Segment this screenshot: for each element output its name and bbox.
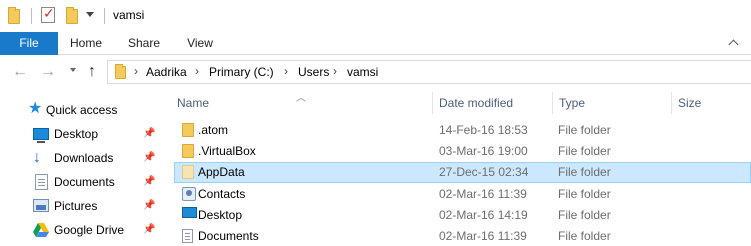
sidebar-item-pictures[interactable]: Pictures 📌 [0, 195, 166, 217]
breadcrumb-primary-c[interactable]: Primary (C:) [209, 65, 274, 79]
chevron-down-icon[interactable] [70, 68, 76, 72]
pin-icon[interactable]: 📌 [143, 176, 155, 187]
right-arrow-icon[interactable]: → [40, 64, 56, 80]
file-type: File folder [558, 229, 611, 243]
folder-icon [182, 144, 194, 158]
ribbon-tabs: File Home Share View [0, 32, 751, 55]
file-date: 02-Mar-16 11:39 [439, 187, 527, 201]
sidebar-item-label: Downloads [54, 151, 114, 165]
breadcrumb-separator-icon[interactable]: › [195, 64, 199, 78]
title-separator [31, 8, 32, 24]
breadcrumb-separator-icon[interactable]: › [333, 64, 337, 78]
file-type: File folder [558, 208, 611, 222]
file-date: 03-Mar-16 19:00 [439, 144, 528, 158]
file-name: .atom [198, 123, 229, 137]
download-icon: ↓ [33, 149, 41, 166]
file-list: ︿ Name Date modified Type Size .atom 14-… [166, 89, 751, 246]
file-date: 27-Dec-15 02:34 [439, 165, 529, 179]
google-drive-icon [33, 222, 49, 238]
sidebar-item-label: Desktop [54, 127, 99, 141]
customize-quick-access-dropdown-icon[interactable] [86, 12, 94, 17]
up-arrow-icon[interactable]: ↑ [88, 64, 96, 80]
title-bar: vamsi [0, 0, 751, 32]
folder-icon [182, 123, 194, 137]
table-row[interactable]: Contacts 02-Mar-16 11:39 File folder [174, 184, 751, 205]
file-name: Contacts [198, 187, 246, 201]
left-arrow-icon[interactable]: ← [12, 64, 28, 80]
breadcrumb-separator-icon[interactable]: › [134, 64, 138, 78]
column-divider[interactable] [552, 92, 553, 114]
sidebar-item-downloads[interactable]: ↓ Downloads 📌 [0, 147, 166, 169]
navigation-pane: ★ Quick access Desktop 📌 ↓ Downloads 📌 D… [0, 89, 166, 246]
file-date: 14-Feb-16 18:53 [439, 123, 528, 137]
pin-icon[interactable]: 📌 [143, 200, 155, 211]
pictures-icon [33, 199, 49, 212]
column-header-date-modified[interactable]: Date modified [439, 96, 513, 110]
tab-file[interactable]: File [0, 32, 58, 55]
file-type: File folder [558, 123, 611, 137]
column-header-type[interactable]: Type [559, 96, 585, 110]
file-type: File folder [558, 187, 611, 201]
file-name: Desktop [198, 208, 243, 222]
window-title: vamsi [113, 8, 145, 22]
sidebar-item-documents[interactable]: Documents 📌 [0, 171, 166, 193]
desktop-icon [182, 207, 197, 218]
table-row[interactable]: .VirtualBox 03-Mar-16 19:00 File folder [174, 141, 751, 162]
title-separator [104, 8, 105, 24]
column-header-size[interactable]: Size [678, 96, 701, 110]
breadcrumb-vamsi[interactable]: vamsi [347, 65, 378, 79]
tab-home[interactable]: Home [58, 32, 114, 55]
sidebar-item-label: Google Drive [54, 223, 125, 237]
table-row[interactable]: AppData 27-Dec-15 02:34 File folder [174, 162, 751, 183]
file-date: 02-Mar-16 14:19 [439, 208, 528, 222]
breadcrumb-separator-icon[interactable]: › [284, 64, 288, 78]
breadcrumb-users[interactable]: Users [298, 65, 329, 79]
column-divider[interactable] [671, 92, 672, 114]
pin-icon[interactable]: 📌 [143, 224, 155, 235]
address-bar[interactable]: › Aadrika › Primary (C:) › Users › vamsi [107, 60, 751, 84]
file-name: .VirtualBox [198, 144, 256, 158]
folder-icon [182, 165, 194, 179]
sidebar-item-label: Documents [54, 175, 115, 189]
table-row[interactable]: .atom 14-Feb-16 18:53 File folder [174, 120, 751, 141]
column-divider[interactable] [432, 92, 433, 114]
breadcrumb-aadrika[interactable]: Aadrika [146, 65, 187, 79]
sidebar-item-google-drive[interactable]: Google Drive 📌 [0, 219, 166, 241]
sidebar-item-label: Pictures [54, 199, 98, 213]
sidebar-item-label: Quick access [46, 103, 118, 117]
desktop-icon [33, 128, 49, 143]
navigation-bar: ← → ↑ › Aadrika › Primary (C:) › Users ›… [0, 55, 751, 89]
tab-share[interactable]: Share [114, 32, 174, 55]
pin-icon[interactable]: 📌 [143, 128, 155, 139]
expand-ribbon-icon[interactable] [728, 39, 739, 50]
sidebar-item-desktop[interactable]: Desktop 📌 [0, 123, 166, 145]
column-header-name[interactable]: Name [177, 96, 209, 110]
documents-icon [35, 174, 48, 190]
file-date: 02-Mar-16 11:39 [439, 229, 527, 243]
file-type: File folder [558, 165, 611, 179]
file-name: AppData [198, 165, 245, 179]
properties-check-icon[interactable] [41, 5, 55, 23]
star-icon: ★ [28, 100, 43, 117]
sort-ascending-icon: ︿ [296, 93, 306, 104]
pin-icon[interactable]: 📌 [143, 152, 155, 163]
table-row[interactable]: Desktop 02-Mar-16 14:19 File folder [174, 205, 751, 226]
tab-view[interactable]: View [174, 32, 226, 55]
table-row[interactable]: Documents 02-Mar-16 11:39 File folder [174, 226, 751, 246]
documents-icon [182, 229, 193, 243]
file-name: Documents [198, 229, 259, 243]
file-type: File folder [558, 144, 611, 158]
contacts-icon [182, 187, 196, 201]
sidebar-item-quick-access[interactable]: ★ Quick access [0, 99, 166, 121]
